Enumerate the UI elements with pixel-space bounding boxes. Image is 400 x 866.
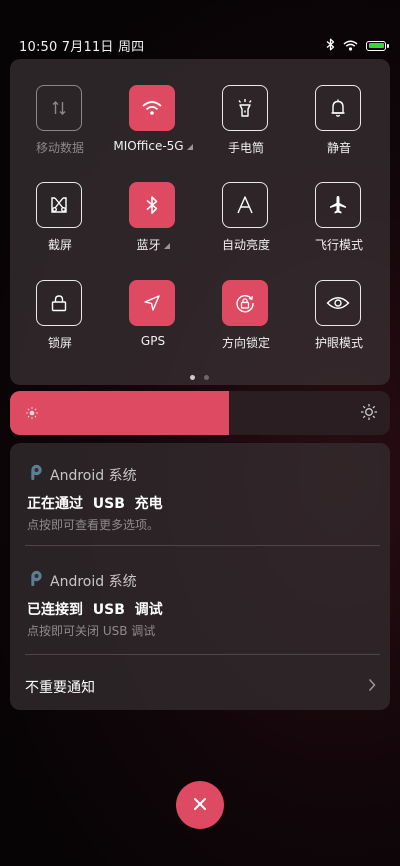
auto-brightness-icon	[222, 182, 268, 228]
notification-app-name: Android 系统	[50, 573, 137, 590]
airplane-icon	[315, 182, 361, 228]
chevron-right-icon	[368, 677, 376, 696]
tile-lock-screen[interactable]: 锁屏	[14, 254, 106, 352]
brightness-low-icon	[25, 405, 39, 424]
tile-silent[interactable]: 静音	[293, 59, 385, 157]
tile-flashlight[interactable]: 手电筒	[200, 59, 292, 157]
notification-text: 点按即可关闭 USB 调试	[27, 624, 156, 638]
tile-label: 自动亮度	[221, 238, 270, 252]
eye-icon	[315, 280, 361, 326]
brightness-high-icon	[360, 403, 378, 425]
wifi-status-icon	[343, 36, 358, 55]
status-bar: 10:50 7月11日 周四	[0, 0, 400, 60]
divider	[25, 545, 380, 546]
quick-settings-panel: 移动数据 MIOffice-5G 手电筒 静音 截屏 蓝牙 自动亮度 飞行模式 …	[10, 59, 390, 385]
dropdown-indicator-icon	[186, 144, 193, 150]
tile-label: 截屏	[47, 238, 72, 252]
notification-usb-debugging[interactable]: Android 系统 已连接到 USB 调试 点按即可关闭 USB 调试	[10, 549, 390, 649]
tile-label: 飞行模式	[314, 238, 363, 252]
tile-eye-protection[interactable]: 护眼模式	[293, 254, 385, 352]
tile-gps[interactable]: GPS	[107, 254, 199, 352]
tile-label: 手电筒	[227, 141, 264, 155]
clear-notifications-button[interactable]	[176, 781, 224, 829]
android-system-icon	[29, 570, 43, 591]
notification-app: Android 系统	[29, 570, 137, 591]
android-system-icon	[29, 464, 43, 485]
flashlight-icon	[222, 85, 268, 131]
tile-label: 移动数据	[35, 141, 84, 155]
lock-icon	[36, 280, 82, 326]
notification-title: 正在通过 USB 充电	[27, 496, 163, 512]
dropdown-indicator-icon	[163, 243, 170, 249]
location-arrow-icon	[129, 280, 175, 326]
rotation-lock-icon	[222, 280, 268, 326]
tile-screenshot[interactable]: 截屏	[14, 156, 106, 254]
notification-usb-charging[interactable]: Android 系统 正在通过 USB 充电 点按即可查看更多选项。	[10, 443, 390, 543]
tile-label: 蓝牙	[107, 236, 199, 253]
tile-bluetooth[interactable]: 蓝牙	[107, 156, 199, 254]
page-dot	[204, 375, 209, 380]
tile-label: 方向锁定	[221, 336, 270, 350]
tile-airplane[interactable]: 飞行模式	[293, 156, 385, 254]
tile-mobile-data[interactable]: 移动数据	[14, 59, 106, 157]
page-indicator	[190, 375, 209, 380]
wifi-icon	[129, 85, 175, 131]
status-time: 10:50 7月11日 周四	[19, 40, 145, 55]
notification-panel: Android 系统 正在通过 USB 充电 点按即可查看更多选项。 Andro…	[10, 443, 390, 710]
tile-rotation-lock[interactable]: 方向锁定	[200, 254, 292, 352]
tile-label: 护眼模式	[314, 336, 363, 350]
bluetooth-status-icon	[326, 36, 335, 55]
bluetooth-icon	[129, 182, 175, 228]
screenshot-icon	[36, 182, 82, 228]
tile-label: GPS	[140, 334, 166, 348]
unimportant-notifications-row[interactable]: 不重要通知	[10, 655, 390, 709]
notification-app-name: Android 系统	[50, 467, 137, 484]
notification-app: Android 系统	[29, 464, 137, 485]
tile-wifi[interactable]: MIOffice-5G	[107, 59, 199, 157]
tile-label: 锁屏	[47, 336, 72, 350]
close-icon	[193, 796, 207, 815]
tile-label: 静音	[326, 141, 351, 155]
mobile-data-icon	[36, 85, 82, 131]
bell-icon	[315, 85, 361, 131]
brightness-slider[interactable]	[10, 391, 390, 435]
battery-icon	[366, 40, 389, 51]
tile-auto-brightness[interactable]: 自动亮度	[200, 156, 292, 254]
notification-title: 已连接到 USB 调试	[27, 602, 163, 618]
tile-label: MIOffice-5G	[107, 139, 199, 153]
unimportant-notifications-label: 不重要通知	[25, 680, 95, 696]
notification-text: 点按即可查看更多选项。	[27, 518, 160, 532]
brightness-fill	[10, 391, 229, 435]
status-icons	[326, 36, 389, 55]
page-dot-active	[190, 375, 195, 380]
